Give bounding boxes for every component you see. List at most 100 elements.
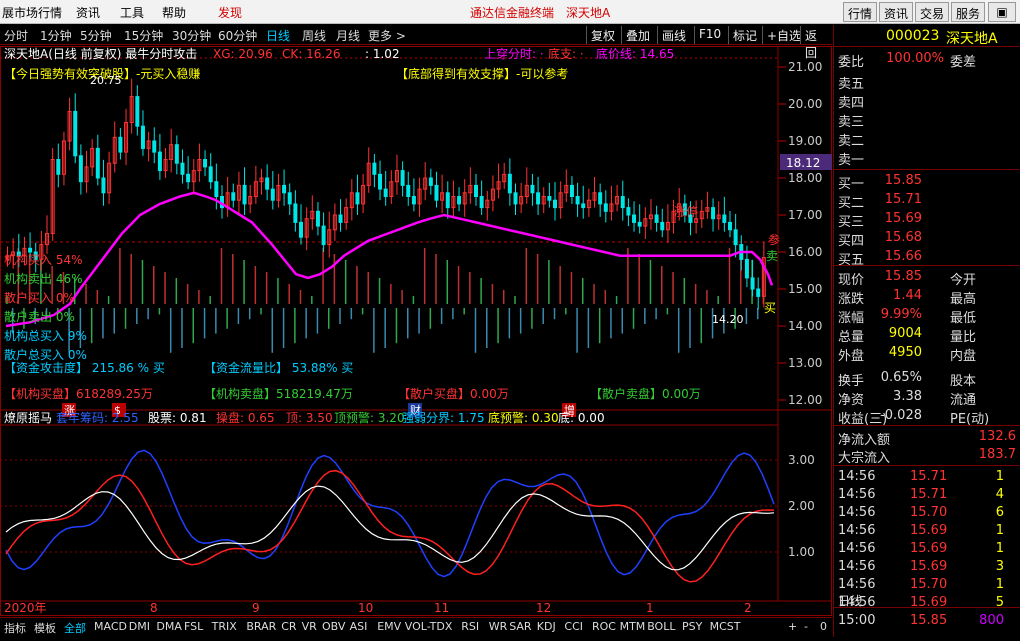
btn-f10[interactable]: F10	[694, 26, 725, 44]
indicator-tab-sar[interactable]: SAR	[509, 620, 531, 633]
zoom-button[interactable]: +	[788, 620, 797, 633]
sub-field: 顶: 3.50	[286, 411, 333, 425]
indicator-tab-dmi[interactable]: DMI	[129, 620, 150, 633]
bottom-support: 底支: ·	[548, 46, 584, 61]
indicator-tab-指标[interactable]: 指标	[4, 620, 26, 636]
btn-draw[interactable]: 画线	[657, 26, 690, 44]
indicator-tab-dma[interactable]: DMA	[156, 620, 182, 633]
indicator-tab-vol-tdx[interactable]: VOL-TDX	[405, 620, 453, 633]
tick-row: 14:56 15.70 1	[838, 577, 1004, 592]
price-tick: 13.00	[788, 356, 822, 370]
indicator-tab-全部[interactable]: 全部	[64, 620, 86, 636]
indicator-tab-obv[interactable]: OBV	[322, 620, 345, 633]
period-label[interactable]: 日线	[838, 592, 862, 609]
menu-news[interactable]: 资讯	[76, 4, 100, 21]
period-day[interactable]: 日线	[266, 27, 290, 44]
ratio-value: : 1.02	[365, 47, 400, 61]
tick-row: 14:56 15.70 6	[838, 505, 1004, 520]
indicator-tab-asi[interactable]: ASI	[350, 620, 368, 633]
candle-body	[744, 258, 749, 279]
up-cross: 上穿分时: ·	[484, 46, 544, 61]
period-tick[interactable]: 分时	[4, 27, 28, 44]
sub-tick: 1.00	[788, 545, 815, 559]
btn-mark[interactable]: 标记	[728, 26, 761, 44]
indicator-tab-cr[interactable]: CR	[281, 620, 296, 633]
indicator-tab-kdj[interactable]: KDJ	[537, 620, 556, 633]
price-tag: 18.12	[786, 156, 820, 170]
stat-row: 涨跌 1.44 最高	[838, 288, 977, 307]
period-week[interactable]: 周线	[302, 27, 326, 44]
menu-tools[interactable]: 工具	[120, 4, 144, 21]
candle-body	[569, 184, 574, 197]
period-1m[interactable]: 1分钟	[40, 27, 72, 44]
indicator-tab-psy[interactable]: PSY	[682, 620, 702, 633]
indicator-tab-wr[interactable]: WR	[489, 620, 508, 633]
sell-level: 卖二	[838, 134, 865, 149]
candle-body	[372, 162, 377, 175]
kline-chart[interactable]: 21.0020.0019.0018.0017.0016.0015.0014.00…	[0, 46, 832, 616]
candle-body	[270, 188, 275, 201]
period-15m[interactable]: 15分钟	[124, 27, 163, 44]
menu-help[interactable]: 帮助	[162, 4, 186, 21]
period-5m[interactable]: 5分钟	[80, 27, 112, 44]
sub-field: 顶预警: 3.20	[334, 410, 405, 425]
zoom-button[interactable]: 0	[820, 620, 827, 633]
window-stock-title: 深天地A	[566, 6, 611, 20]
indicator-tab-roc[interactable]: ROC	[592, 620, 616, 633]
price-tick: 14.00	[788, 319, 822, 333]
indicator-tab-fsl[interactable]: FSL	[184, 620, 203, 633]
period-30m[interactable]: 30分钟	[172, 27, 211, 44]
period-month[interactable]: 月线	[336, 27, 360, 44]
menu-market[interactable]: 展市场行情	[2, 4, 62, 21]
candle-body	[299, 221, 304, 238]
candle-body	[101, 177, 106, 194]
btn-news[interactable]: 资讯	[879, 2, 914, 22]
candle-body	[598, 192, 603, 205]
btn-quote[interactable]: 行情	[843, 2, 878, 22]
menu-bar: 展市场行情 资讯 工具 帮助 发现 通达信金融终端 深天地A 行情 资讯 交易 …	[0, 0, 1020, 24]
left-stat: 散户卖出 0%	[4, 309, 75, 324]
candle-body	[157, 151, 162, 172]
indicator-tab-cci[interactable]: CCI	[564, 620, 583, 633]
indicator-tab-vr[interactable]: VR	[302, 620, 317, 633]
btn-back[interactable]: 返回	[800, 26, 832, 60]
indicator-tab-boll[interactable]: BOLL	[647, 620, 675, 633]
stock-name: 深天地A	[946, 31, 998, 47]
btn-trade[interactable]: 交易	[915, 2, 950, 22]
stat-row: 净资 3.38 流通	[838, 389, 977, 408]
period-more[interactable]: 更多 >	[368, 27, 406, 44]
indicator-tab-brar[interactable]: BRAR	[246, 620, 276, 633]
indicator-tab-macd[interactable]: MACD	[94, 620, 127, 633]
tick-row: 14:56 15.71 1	[838, 469, 1004, 484]
candle-body	[727, 221, 732, 231]
flow-row: 净流入额 132.6	[838, 429, 1016, 448]
tick-row: 14:56 15.69 1	[838, 541, 1004, 556]
candle-body	[637, 221, 642, 227]
candle-body	[140, 125, 145, 149]
btn-overlay[interactable]: 叠加	[621, 26, 654, 44]
low-label: 14.20	[712, 313, 744, 326]
indicator-tab-rsi[interactable]: RSI	[461, 620, 479, 633]
indicator-tab-trix[interactable]: TRIX	[212, 620, 237, 633]
indicator-tab-模板[interactable]: 模板	[34, 620, 56, 636]
btn-service[interactable]: 服务	[951, 2, 986, 22]
quote-header: 000023 深天地A	[834, 25, 1020, 47]
btn-add-fav[interactable]: +自选	[762, 26, 805, 44]
menu-discover[interactable]: 发现	[218, 4, 242, 21]
candle-body	[547, 196, 552, 201]
price-tick: 19.00	[788, 134, 822, 148]
zoom-button[interactable]: -	[804, 620, 808, 633]
fund-attack: 【资金攻击度】 215.86 % 买	[4, 360, 165, 375]
tick-row: 14:56 15.69 1	[838, 523, 1004, 538]
period-60m[interactable]: 60分钟	[218, 27, 257, 44]
close-icon[interactable]: ▣	[988, 2, 1016, 22]
candle-body	[400, 170, 405, 186]
indicator-tab-emv[interactable]: EMV	[377, 620, 401, 633]
stat-row: 换手 0.65% 股本	[838, 370, 977, 389]
indicator-tab-mcst[interactable]: MCST	[710, 620, 741, 633]
indicator-tab-mtm[interactable]: MTM	[620, 620, 646, 633]
volume-histogram	[6, 248, 765, 353]
stat-row: 涨幅 9.99% 最低	[838, 307, 977, 326]
sub-field: 套牢筹码: 2.55	[56, 410, 139, 425]
btn-adjust[interactable]: 复权	[586, 26, 619, 44]
